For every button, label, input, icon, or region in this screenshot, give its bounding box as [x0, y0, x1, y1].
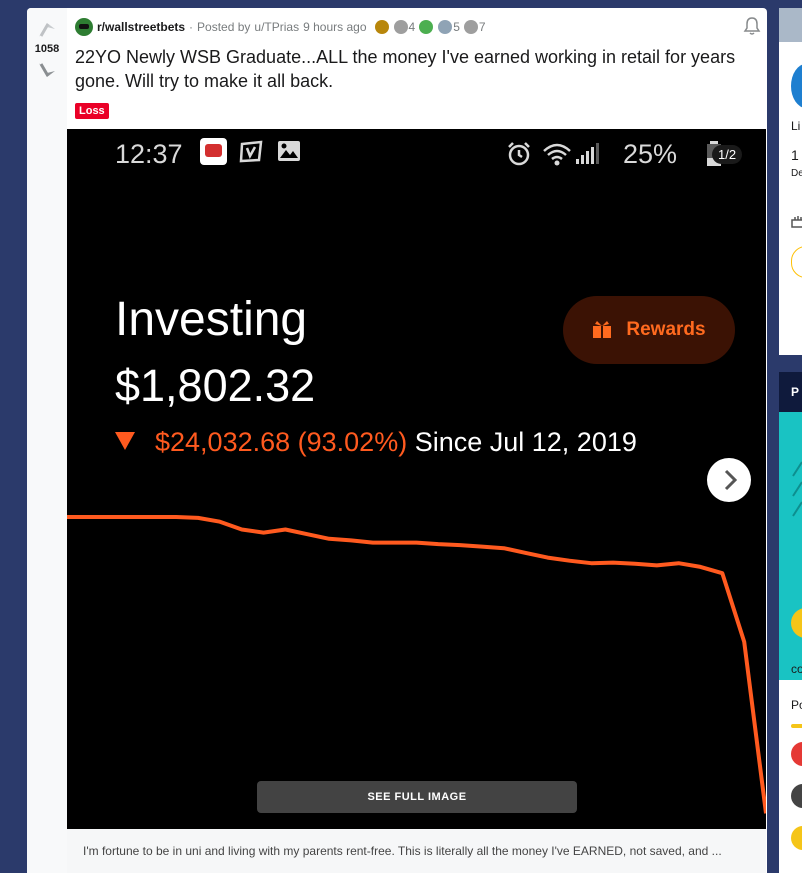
image-pager: 1/2 [712, 145, 743, 164]
community-banner [779, 8, 802, 42]
award-count: 4 [408, 20, 416, 34]
award-stonks[interactable] [419, 20, 434, 34]
promo-banner[interactable] [779, 412, 802, 680]
subreddit-link[interactable]: r/wallstreetbets [97, 20, 185, 34]
post-meta: r/wallstreetbets · Posted by u/TPrias 9 … [75, 18, 486, 36]
gold-coin-award-icon [374, 20, 389, 34]
dollar-award-icon [463, 20, 478, 34]
promo-header: P [779, 372, 802, 412]
investing-heading: Investing [115, 293, 308, 346]
portfolio-change: $24,032.68 (93.02%) Since Jul 12, 2019 [115, 427, 637, 458]
upvote-arrow-icon[interactable] [35, 17, 59, 41]
progress-bar [791, 724, 802, 728]
phone-status-time: 12:37 [115, 139, 183, 169]
subreddit-avatar-icon[interactable] [75, 18, 93, 36]
sidebar-text: Po [791, 698, 802, 712]
helpful-award-icon [438, 20, 453, 34]
app-shortcut-icon [239, 140, 263, 163]
app-notification-icon [200, 138, 227, 165]
battery-percentage: 25% [623, 139, 678, 169]
vote-score: 1058 [34, 43, 60, 55]
sidebar-promo-card: P co Po [779, 372, 802, 873]
post-flair[interactable]: Loss [75, 103, 109, 119]
join-button[interactable] [791, 246, 802, 278]
gift-icon [593, 321, 612, 338]
silver-award-icon [393, 20, 408, 34]
promo-stripes [792, 461, 802, 517]
chevron-right-icon [724, 469, 738, 491]
signal-icon [576, 143, 599, 164]
sidebar-community-card: Li 1 De [779, 8, 802, 355]
see-full-image-button[interactable]: SEE FULL IMAGE [257, 781, 577, 813]
change-since: Since Jul 12, 2019 [414, 427, 637, 457]
change-amount: $24,032.68 (93.02%) [155, 427, 408, 457]
award-silver[interactable]: 4 [393, 20, 416, 34]
post-image[interactable]: 12:37 25% 1/2 Investing $1,802.32 $24,03… [67, 129, 766, 829]
award-count: 5 [453, 20, 460, 34]
rewards-button: Rewards [563, 296, 735, 364]
post-title[interactable]: 22YO Newly WSB Graduate...ALL the money … [75, 45, 755, 93]
post-time: 9 hours ago [303, 20, 367, 34]
award-dollar[interactable]: 7 [463, 20, 486, 34]
award-helpful[interactable]: 5 [438, 20, 460, 34]
sidebar-label: De [791, 168, 802, 179]
vote-column: 1058 [27, 8, 67, 873]
sidebar-count: 1 [791, 147, 799, 163]
user-avatar[interactable] [791, 784, 802, 808]
cake-icon [791, 216, 802, 228]
portfolio-value: $1,802.32 [115, 360, 316, 411]
notification-bell-icon[interactable] [742, 16, 762, 36]
user-avatar[interactable] [791, 742, 802, 766]
award-count: 7 [478, 20, 486, 34]
sidebar-text: Li [791, 119, 801, 133]
wifi-icon [543, 143, 571, 166]
stonks-award-icon [419, 20, 434, 34]
meta-separator: · [189, 20, 194, 34]
downvote-arrow-icon[interactable] [35, 59, 59, 83]
post-caption[interactable]: I'm fortune to be in uni and living with… [67, 829, 766, 873]
portfolio-line-chart [67, 515, 766, 814]
next-image-button[interactable] [707, 458, 751, 502]
author-link[interactable]: u/TPrias [254, 20, 299, 34]
alarm-icon [508, 142, 530, 166]
portfolio-series-line [67, 515, 766, 814]
award-gold-coin[interactable] [374, 20, 390, 34]
sidebar-text: co [791, 662, 802, 676]
down-triangle-icon [115, 431, 135, 450]
post-card[interactable]: 1058 r/wallstreetbets · Posted by u/TPri… [27, 8, 767, 873]
posted-by-label: Posted by [197, 20, 251, 34]
rewards-label: Rewards [626, 319, 706, 340]
community-avatar [791, 64, 802, 108]
user-avatar[interactable] [791, 826, 802, 850]
gallery-icon [278, 141, 300, 161]
